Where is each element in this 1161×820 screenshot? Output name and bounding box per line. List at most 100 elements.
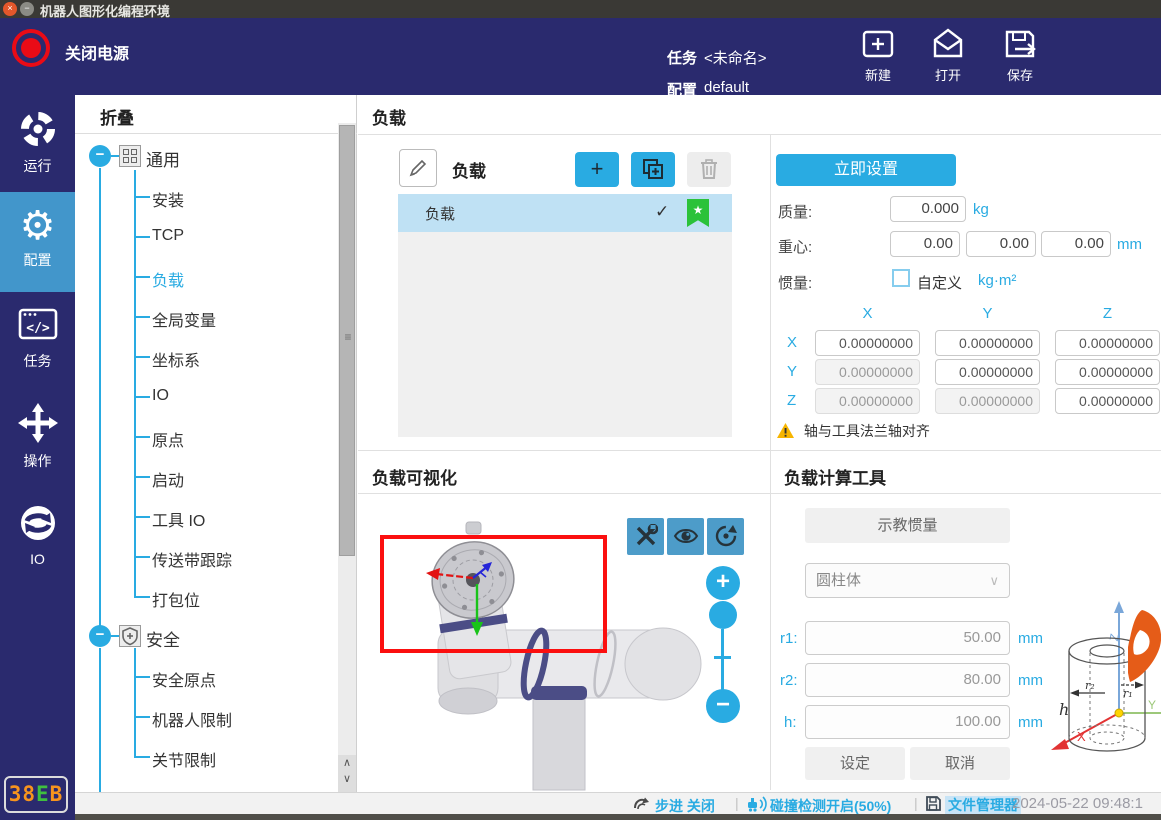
custom-inertia-checkbox[interactable] bbox=[892, 269, 910, 287]
shape-select[interactable]: 圆柱体 ∨ bbox=[805, 563, 1010, 598]
collision-status[interactable]: 碰撞检测开启(50%) bbox=[770, 796, 891, 816]
config-label: 配置 bbox=[667, 79, 697, 100]
copy-payload-button[interactable] bbox=[631, 152, 675, 187]
collapse-safety-button[interactable]: − bbox=[89, 625, 111, 647]
zoom-slider-knob[interactable] bbox=[709, 601, 737, 629]
cog-y-input[interactable]: 0.00 bbox=[966, 231, 1036, 257]
tree-stub bbox=[111, 635, 119, 637]
tree-stub bbox=[134, 516, 150, 518]
new-label: 新建 bbox=[848, 65, 908, 84]
cancel-button[interactable]: 取消 bbox=[910, 747, 1010, 780]
tree-item-coord-system[interactable]: 坐标系 bbox=[152, 347, 200, 371]
tree-scroll-arrows[interactable]: ∧∨ bbox=[338, 755, 356, 792]
tree-stub bbox=[134, 236, 150, 238]
inertia-xx-input[interactable]: 0.00000000 bbox=[815, 330, 920, 356]
file-manager-button[interactable]: 文件管理器 bbox=[945, 795, 1021, 815]
window-minimize-button[interactable]: − bbox=[20, 2, 34, 16]
add-payload-button[interactable]: + bbox=[575, 152, 619, 187]
tree-item-origin[interactable]: 原点 bbox=[152, 427, 184, 451]
tree-stub bbox=[134, 476, 150, 478]
save-task-button[interactable]: 保存 bbox=[990, 26, 1050, 84]
cog-z-input[interactable]: 0.00 bbox=[1041, 231, 1111, 257]
selection-rectangle bbox=[380, 535, 607, 653]
delete-payload-button[interactable] bbox=[687, 152, 731, 187]
code-window-icon: </> bbox=[17, 304, 59, 344]
nav-task[interactable]: </> 任务 bbox=[0, 292, 75, 392]
diagram-y-label: Y bbox=[1148, 698, 1156, 712]
app-header: 关闭电源 任务 <未命名> 配置 default 新建 打开 bbox=[0, 18, 1161, 95]
tree-item-robot-limit[interactable]: 机器人限制 bbox=[152, 707, 232, 731]
open-task-button[interactable]: 打开 bbox=[918, 26, 978, 84]
zoom-out-button[interactable]: − bbox=[706, 689, 740, 723]
collapse-general-button[interactable]: − bbox=[89, 145, 111, 167]
nav-run[interactable]: 运行 bbox=[0, 95, 75, 192]
payload-list-item[interactable]: 负载 ✓ ★ bbox=[398, 194, 732, 232]
inertia-yz-input[interactable]: 0.00000000 bbox=[1055, 359, 1160, 385]
tree-stub bbox=[134, 436, 150, 438]
custom-label: 自定义 bbox=[917, 272, 962, 293]
tree-item-packing[interactable]: 打包位 bbox=[152, 587, 200, 611]
axis-warning: 轴与工具法兰轴对齐 bbox=[776, 421, 930, 441]
set-now-button[interactable]: 立即设置 bbox=[776, 154, 956, 186]
r1-input[interactable]: 50.00 bbox=[805, 621, 1010, 655]
tree-item-io[interactable]: IO bbox=[152, 387, 169, 405]
payload-section-title: 负载 bbox=[372, 104, 406, 129]
zoom-slider-tick bbox=[714, 656, 731, 659]
tools-button[interactable] bbox=[627, 518, 664, 555]
tree-item-install[interactable]: 安装 bbox=[152, 187, 184, 211]
inertia-zz-input[interactable]: 0.00000000 bbox=[1055, 388, 1160, 414]
window-close-button[interactable]: × bbox=[3, 2, 17, 16]
inertia-zy-input: 0.00000000 bbox=[935, 388, 1040, 414]
cog-unit: mm bbox=[1117, 236, 1142, 253]
nav-io[interactable]: IO bbox=[0, 492, 75, 592]
tree-stub bbox=[111, 155, 119, 157]
inertia-yy-input[interactable]: 0.00000000 bbox=[935, 359, 1040, 385]
tree-item-safety-origin[interactable]: 安全原点 bbox=[152, 667, 216, 691]
power-off-label[interactable]: 关闭电源 bbox=[65, 40, 129, 64]
matrix-row-x: X bbox=[787, 330, 807, 356]
nav-run-label: 运行 bbox=[0, 156, 75, 176]
r2-input[interactable]: 80.00 bbox=[805, 663, 1010, 697]
bottom-strip bbox=[75, 814, 1161, 820]
collision-icon bbox=[747, 795, 767, 812]
tree-item-global-vars[interactable]: 全局变量 bbox=[152, 307, 216, 331]
tree-item-tool-io[interactable]: 工具 IO bbox=[152, 507, 205, 531]
inertia-xy-input[interactable]: 0.00000000 bbox=[935, 330, 1040, 356]
nav-config[interactable]: ⚙ 配置 bbox=[0, 192, 75, 292]
task-label: 任务 bbox=[667, 47, 697, 68]
diagram-x-label: X bbox=[1077, 729, 1086, 744]
tree-stub bbox=[134, 396, 150, 398]
step-status[interactable]: 步进 关闭 bbox=[655, 796, 715, 816]
inertia-xz-input[interactable]: 0.00000000 bbox=[1055, 330, 1160, 356]
tree-scrollbar[interactable]: ≡ bbox=[338, 123, 356, 792]
nav-operate[interactable]: 操作 bbox=[0, 392, 75, 492]
tree-item-conveyor[interactable]: 传送带跟踪 bbox=[152, 547, 232, 571]
set-button[interactable]: 设定 bbox=[805, 747, 905, 780]
cog-x-input[interactable]: 0.00 bbox=[890, 231, 960, 257]
mass-input[interactable]: 0.000 bbox=[890, 196, 966, 222]
tree-item-joint-limit[interactable]: 关节限制 bbox=[152, 747, 216, 771]
tree-stub bbox=[134, 676, 150, 678]
tree-stub bbox=[134, 276, 150, 278]
rename-payload-button[interactable] bbox=[399, 149, 437, 187]
tree-scrollbar-thumb[interactable]: ≡ bbox=[339, 125, 355, 556]
tree-item-startup[interactable]: 启动 bbox=[152, 467, 184, 491]
mass-label: 质量: bbox=[778, 201, 812, 222]
tree-item-tcp[interactable]: TCP bbox=[152, 227, 184, 245]
zoom-slider-track[interactable] bbox=[721, 629, 724, 691]
check-icon: ✓ bbox=[655, 202, 669, 222]
zoom-in-button[interactable]: + bbox=[706, 566, 740, 600]
matrix-col-z: Z bbox=[1055, 305, 1160, 322]
tree-item-payload[interactable]: 负载 bbox=[152, 267, 184, 291]
io-cycle-icon bbox=[17, 502, 59, 544]
h-input[interactable]: 100.00 bbox=[805, 705, 1010, 739]
new-task-button[interactable]: 新建 bbox=[848, 26, 908, 84]
visibility-button[interactable] bbox=[667, 518, 704, 555]
teach-inertia-button[interactable]: 示教惯量 bbox=[805, 508, 1010, 543]
tree-group-safety[interactable]: 安全 bbox=[146, 626, 180, 651]
collapse-button[interactable]: 折叠 bbox=[100, 104, 134, 129]
rotate-view-button[interactable] bbox=[707, 518, 744, 555]
divider bbox=[770, 134, 771, 790]
tree-group-general[interactable]: 通用 bbox=[146, 146, 180, 171]
r2-label: r2: bbox=[780, 672, 798, 689]
